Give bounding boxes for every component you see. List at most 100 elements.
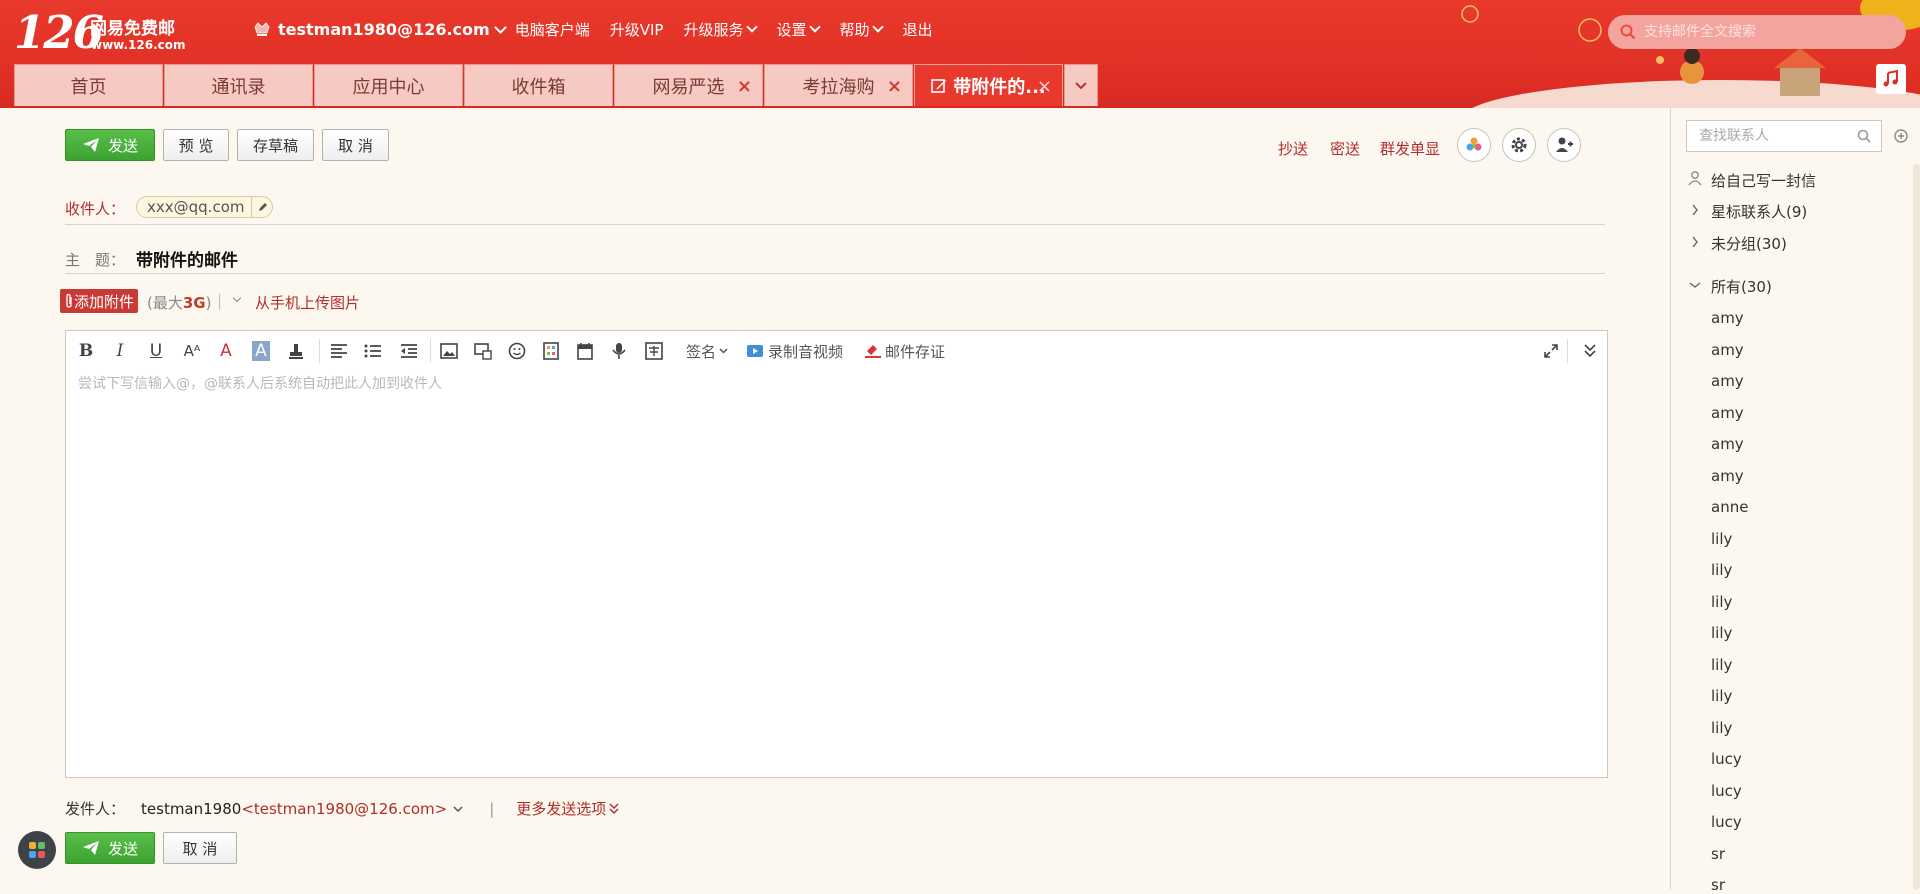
contact-search[interactable] xyxy=(1686,120,1882,152)
search-input[interactable] xyxy=(1642,23,1886,41)
mail-search[interactable] xyxy=(1608,15,1906,49)
tab-home[interactable]: 首页 xyxy=(14,64,163,106)
font-size-icon[interactable]: Aᴬ xyxy=(180,337,204,365)
contact-item[interactable]: amy xyxy=(1711,309,1744,327)
translate-icon[interactable] xyxy=(643,337,665,365)
contact-item[interactable]: anne xyxy=(1711,498,1748,516)
music-button[interactable] xyxy=(1876,64,1906,94)
contact-item[interactable]: lily xyxy=(1711,593,1732,611)
sender-name[interactable]: testman1980 xyxy=(141,800,241,818)
signature-dropdown[interactable]: 签名 xyxy=(686,337,728,365)
cancel-button-bottom[interactable]: 取 消 xyxy=(163,832,237,864)
nav-upgrade-service[interactable]: 升级服务 xyxy=(683,19,759,40)
nav-desktop-client[interactable]: 电脑客户端 xyxy=(515,19,590,40)
cc-link[interactable]: 抄送 xyxy=(1278,138,1308,159)
chevron-right-icon[interactable] xyxy=(1691,204,1699,216)
chevron-down-icon[interactable] xyxy=(232,293,242,303)
contact-item[interactable]: sr xyxy=(1711,845,1725,863)
align-icon[interactable] xyxy=(328,337,350,365)
subject-field[interactable]: 带附件的邮件 xyxy=(136,246,238,271)
add-attachment-button[interactable]: 添加附件 xyxy=(60,289,139,313)
bold-icon[interactable]: B xyxy=(76,337,96,365)
tab-inbox[interactable]: 收件箱 xyxy=(464,64,613,106)
font-color-icon[interactable]: A xyxy=(216,337,236,365)
image-icon[interactable] xyxy=(438,337,460,365)
mail-evidence-button[interactable]: 邮件存证 xyxy=(864,337,945,365)
contact-item[interactable]: amy xyxy=(1711,341,1744,359)
contact-item[interactable]: sr xyxy=(1711,876,1725,894)
sender-email[interactable]: <testman1980@126.com> xyxy=(241,800,447,818)
chevron-down-icon[interactable] xyxy=(453,805,463,812)
group-ungrouped[interactable]: 未分组(30) xyxy=(1711,233,1787,254)
group-all[interactable]: 所有(30) xyxy=(1711,276,1772,297)
nav-help[interactable]: 帮助 xyxy=(839,19,885,40)
screenshot-icon[interactable] xyxy=(472,337,494,365)
template-icon[interactable] xyxy=(540,337,562,365)
highlight-icon[interactable]: A xyxy=(252,341,270,361)
add-circle-icon[interactable] xyxy=(1894,129,1908,143)
nav-logout[interactable]: 退出 xyxy=(902,19,932,40)
theme-button[interactable] xyxy=(1457,128,1491,162)
emoji-icon[interactable] xyxy=(506,337,528,365)
microphone-icon[interactable] xyxy=(608,337,630,365)
double-chevron-down-icon[interactable] xyxy=(609,803,619,815)
save-draft-button[interactable]: 存草稿 xyxy=(237,129,314,161)
tabs-more-button[interactable] xyxy=(1064,64,1098,106)
mobile-upload-link[interactable]: 从手机上传图片 xyxy=(255,292,360,313)
contact-item[interactable]: amy xyxy=(1711,372,1744,390)
contact-item[interactable]: lily xyxy=(1711,687,1732,705)
contact-item[interactable]: lucy xyxy=(1711,750,1742,768)
record-video-button[interactable]: 录制音视频 xyxy=(746,337,843,365)
settings-button[interactable] xyxy=(1502,128,1536,162)
contact-item[interactable]: lily xyxy=(1711,561,1732,579)
send-button-bottom[interactable]: 发送 xyxy=(65,832,155,864)
double-chevron-down-icon[interactable] xyxy=(1580,337,1600,365)
chevron-right-icon[interactable] xyxy=(1691,236,1699,248)
cancel-button[interactable]: 取 消 xyxy=(322,129,389,161)
contact-item[interactable]: amy xyxy=(1711,467,1744,485)
chevron-down-icon[interactable] xyxy=(1689,281,1701,289)
close-icon[interactable]: × xyxy=(1037,76,1052,97)
expand-icon[interactable] xyxy=(1540,337,1562,365)
contact-item[interactable]: amy xyxy=(1711,404,1744,422)
recipient-chip[interactable]: xxx@qq.com xyxy=(136,196,273,218)
contacts-scrollbar[interactable] xyxy=(1913,164,1920,889)
contact-item[interactable]: lily xyxy=(1711,530,1732,548)
outdent-icon[interactable] xyxy=(398,337,420,365)
tab-yanxuan[interactable]: 网易严选 × xyxy=(614,64,763,106)
close-icon[interactable]: × xyxy=(737,76,752,97)
bcc-link[interactable]: 密送 xyxy=(1330,138,1360,159)
pencil-icon[interactable] xyxy=(251,197,272,217)
underline-icon[interactable]: U xyxy=(146,337,166,365)
tab-contacts[interactable]: 通讯录 xyxy=(164,64,313,106)
chevron-down-icon[interactable] xyxy=(493,20,507,34)
tab-kaola[interactable]: 考拉海购 × xyxy=(764,64,913,106)
clear-format-icon[interactable] xyxy=(286,337,306,365)
contact-search-input[interactable] xyxy=(1697,127,1851,145)
editor[interactable]: B I U Aᴬ A A 签名 录制音视频 邮件存证 尝试下写信输入@，@联系人… xyxy=(65,330,1608,778)
separator xyxy=(219,294,220,310)
account-email[interactable]: testman1980@126.com xyxy=(278,20,490,39)
bullet-list-icon[interactable] xyxy=(362,337,384,365)
group-starred[interactable]: 星标联系人(9) xyxy=(1711,201,1807,222)
more-send-options[interactable]: 更多发送选项 xyxy=(516,798,606,819)
contact-item[interactable]: lily xyxy=(1711,624,1732,642)
send-separately-link[interactable]: 群发单显 xyxy=(1380,138,1440,159)
contact-item[interactable]: amy xyxy=(1711,435,1744,453)
contact-item[interactable]: lucy xyxy=(1711,782,1742,800)
close-icon[interactable]: × xyxy=(887,76,902,97)
tab-app-center[interactable]: 应用中心 xyxy=(314,64,463,106)
italic-icon[interactable]: I xyxy=(110,337,130,365)
preview-button[interactable]: 预 览 xyxy=(163,129,229,161)
send-button[interactable]: 发送 xyxy=(65,129,155,161)
nav-upgrade-vip[interactable]: 升级VIP xyxy=(610,19,664,40)
calendar-icon[interactable] xyxy=(574,337,596,365)
contact-item[interactable]: lily xyxy=(1711,719,1732,737)
nav-settings[interactable]: 设置 xyxy=(776,19,822,40)
add-contact-button[interactable] xyxy=(1547,128,1581,162)
app-launcher-button[interactable] xyxy=(18,831,56,869)
write-to-self-link[interactable]: 给自己写一封信 xyxy=(1711,170,1816,191)
contact-item[interactable]: lily xyxy=(1711,656,1732,674)
contact-item[interactable]: lucy xyxy=(1711,813,1742,831)
tab-compose[interactable]: 带附件的... × xyxy=(914,64,1063,106)
